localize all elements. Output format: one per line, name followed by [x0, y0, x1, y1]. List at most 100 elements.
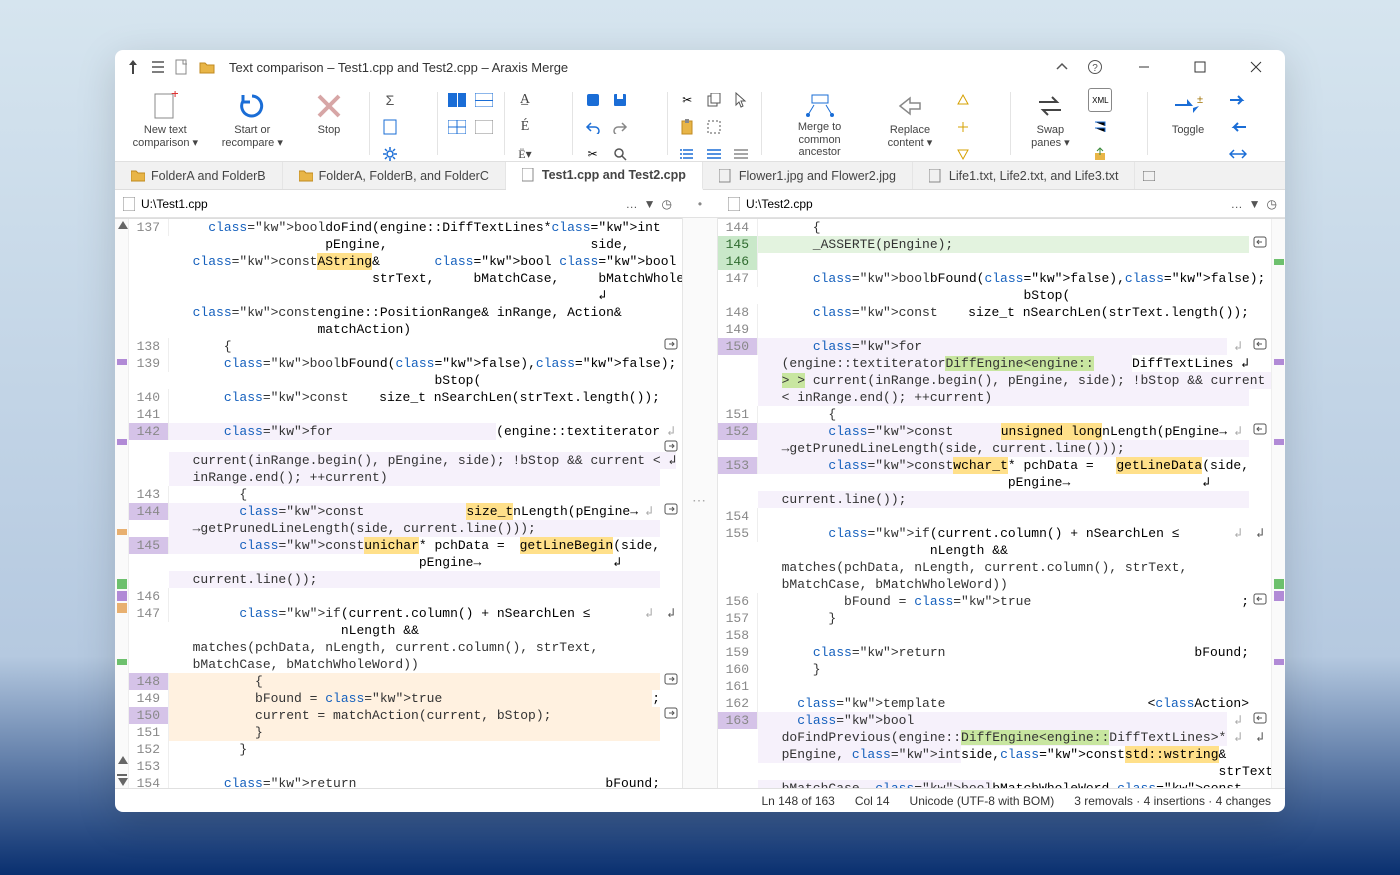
- code-line[interactable]: 144 {: [718, 219, 1271, 236]
- code-line[interactable]: 162 class="kw">template<class Action>: [718, 695, 1271, 712]
- merge-arrow-icon[interactable]: ↲: [1249, 729, 1271, 746]
- code-line[interactable]: 138 {: [129, 338, 682, 355]
- code-line[interactable]: 158: [718, 627, 1271, 644]
- code-line[interactable]: 153 class="kw">const wchar_t* pchData = …: [718, 457, 1271, 491]
- tab-foldera-folderb-and-folderc[interactable]: FolderA, FolderB, and FolderC: [283, 162, 506, 189]
- code-line[interactable]: 149: [718, 321, 1271, 338]
- code-line[interactable]: current.line());: [129, 571, 682, 588]
- code-line[interactable]: bMatchCase, bMatchWholeWord)): [718, 576, 1271, 593]
- code-line[interactable]: matches(pchData, nLength, current.column…: [718, 559, 1271, 576]
- code-line[interactable]: 143 {: [129, 486, 682, 503]
- code-line[interactable]: 157 }: [718, 610, 1271, 627]
- code-line[interactable]: (engine::textiteratorDiffEngine<engine::…: [718, 355, 1271, 372]
- merge-arrow-icon[interactable]: [660, 503, 682, 515]
- code-line[interactable]: 147 class="kw">bool bFound(class="kw">fa…: [718, 270, 1271, 304]
- dropdown-icon[interactable]: ▼: [644, 197, 656, 211]
- book-icon[interactable]: [581, 88, 605, 112]
- code-line[interactable]: 154: [718, 508, 1271, 525]
- tab-flower1-jpg-and-flower2-jpg[interactable]: Flower1.jpg and Flower2.jpg: [703, 162, 913, 189]
- tab-overflow-icon[interactable]: [1135, 162, 1163, 189]
- code-line[interactable]: > > current(inRange.begin(), pEngine, si…: [718, 372, 1271, 389]
- select-icon[interactable]: [702, 115, 726, 139]
- new-file-icon[interactable]: [175, 59, 189, 75]
- replace-content-button[interactable]: Replace content ▾: [875, 86, 944, 161]
- overview-ruler-right[interactable]: [1271, 219, 1285, 788]
- code-line[interactable]: current(inRange.begin(), pEngine, side);…: [129, 452, 682, 469]
- merge-arrow-icon[interactable]: ↲: [1249, 525, 1271, 542]
- ellipsis-icon[interactable]: …: [626, 197, 638, 211]
- close-button[interactable]: [1233, 52, 1279, 82]
- code-line[interactable]: →getPrunedLineLength(side, current.line(…: [129, 520, 682, 537]
- history-icon[interactable]: ◷: [662, 197, 672, 211]
- code-line[interactable]: 150 class="kw">for↲: [718, 338, 1271, 355]
- pointer-icon[interactable]: [729, 88, 753, 112]
- code-line[interactable]: 144 class="kw">const size_t nLength(pEng…: [129, 503, 682, 520]
- merge-arrow-icon[interactable]: ↲: [660, 605, 682, 622]
- code-line[interactable]: 141: [129, 406, 682, 423]
- page-icon[interactable]: [378, 115, 402, 139]
- copy-icon[interactable]: [702, 88, 726, 112]
- code-line[interactable]: 152 class="kw">const unsigned long nLeng…: [718, 423, 1271, 440]
- arrow-left-blue-icon[interactable]: [1226, 115, 1250, 139]
- folder-icon[interactable]: [199, 60, 215, 74]
- code-line[interactable]: 151 {: [718, 406, 1271, 423]
- code-line[interactable]: 139 class="kw">bool bFound(class="kw">fa…: [129, 355, 682, 389]
- code-line[interactable]: doFindPrevious(engine::DiffEngine<engine…: [718, 729, 1271, 746]
- stop-button[interactable]: Stop: [297, 86, 361, 161]
- tab-foldera-and-folderb[interactable]: FolderA and FolderB: [115, 162, 283, 189]
- code-line[interactable]: 159 class="kw">return bFound;: [718, 644, 1271, 661]
- merge-arrow-icon[interactable]: [1249, 712, 1271, 724]
- code-editor-left[interactable]: 137 class="kw">bool doFind(engine::DiffT…: [129, 219, 682, 788]
- hamburger-icon[interactable]: [151, 60, 165, 74]
- code-line[interactable]: 145 _ASSERTE(pEngine);: [718, 236, 1271, 253]
- single-pane-icon[interactable]: [472, 115, 496, 139]
- toggle-button[interactable]: ± Toggle: [1156, 86, 1220, 161]
- code-line[interactable]: 160 }: [718, 661, 1271, 678]
- scroll-up-icon[interactable]: [118, 221, 128, 229]
- font-icon[interactable]: A̲: [513, 88, 537, 112]
- ellipsis-icon[interactable]: …: [1231, 197, 1243, 211]
- code-line[interactable]: inRange.end(); ++current): [129, 469, 682, 486]
- code-line[interactable]: 145 class="kw">const unichar* pchData = …: [129, 537, 682, 571]
- dropdown-icon[interactable]: ▼: [1249, 197, 1261, 211]
- code-line[interactable]: 150 current = matchAction(current, bStop…: [129, 707, 682, 724]
- help-icon[interactable]: ?: [1087, 59, 1103, 75]
- accent-icon[interactable]: É: [513, 115, 537, 139]
- nav-mid-icon[interactable]: [951, 115, 975, 139]
- code-line[interactable]: 155 class="kw">if (current.column() + nS…: [718, 525, 1271, 559]
- tab-test1-cpp-and-test2-cpp[interactable]: Test1.cpp and Test2.cpp: [506, 162, 703, 190]
- merge-arrow-icon[interactable]: [660, 338, 682, 350]
- paste-icon[interactable]: [675, 115, 699, 139]
- code-line[interactable]: 151 }: [129, 724, 682, 741]
- code-editor-right[interactable]: 144 {145 _ASSERTE(pEngine);146147 class=…: [718, 219, 1271, 788]
- code-line[interactable]: class="kw">const engine::PositionRange& …: [129, 304, 682, 338]
- split-vertical-icon[interactable]: [472, 88, 496, 112]
- chevron-up-icon[interactable]: [1055, 60, 1069, 74]
- xml-icon[interactable]: XML: [1088, 88, 1112, 112]
- merge-arrow-icon[interactable]: [1249, 338, 1271, 350]
- code-line[interactable]: 163 class="kw">bool↲: [718, 712, 1271, 729]
- merge-arrow-icon[interactable]: [660, 440, 682, 452]
- code-line[interactable]: 148 {: [129, 673, 682, 690]
- code-line[interactable]: 146: [129, 588, 682, 605]
- merge-arrow-icon[interactable]: [1249, 236, 1271, 248]
- code-line[interactable]: →getPrunedLineLength(side, current.line(…: [718, 440, 1271, 457]
- recompare-button[interactable]: Start or recompare ▾: [214, 86, 291, 161]
- code-line[interactable]: bMatchCase, bMatchWholeWord)): [129, 656, 682, 673]
- format-icon[interactable]: [1088, 115, 1112, 139]
- code-line[interactable]: < inRange.end(); ++current): [718, 389, 1271, 406]
- code-line[interactable]: 146: [718, 253, 1271, 270]
- redo-icon[interactable]: [608, 115, 632, 139]
- code-line[interactable]: 142 class="kw">for (engine::textiterator…: [129, 423, 682, 452]
- nav-down-icon[interactable]: [118, 778, 128, 786]
- arrow-right-blue-icon[interactable]: [1226, 88, 1250, 112]
- split-horizontal-icon[interactable]: [445, 88, 469, 112]
- code-line[interactable]: 147 class="kw">if (current.column() + nS…: [129, 605, 682, 639]
- code-line[interactable]: bMatchCase, class="kw">bool bMatchWholeW…: [718, 780, 1271, 788]
- new-comparison-button[interactable]: + New text comparison ▾: [123, 86, 208, 161]
- grid-icon[interactable]: [445, 115, 469, 139]
- merge-arrow-icon[interactable]: [660, 673, 682, 685]
- code-line[interactable]: 152 }: [129, 741, 682, 758]
- sigma-icon[interactable]: Σ: [378, 88, 402, 112]
- code-line[interactable]: 140 class="kw">const size_t nSearchLen(s…: [129, 389, 682, 406]
